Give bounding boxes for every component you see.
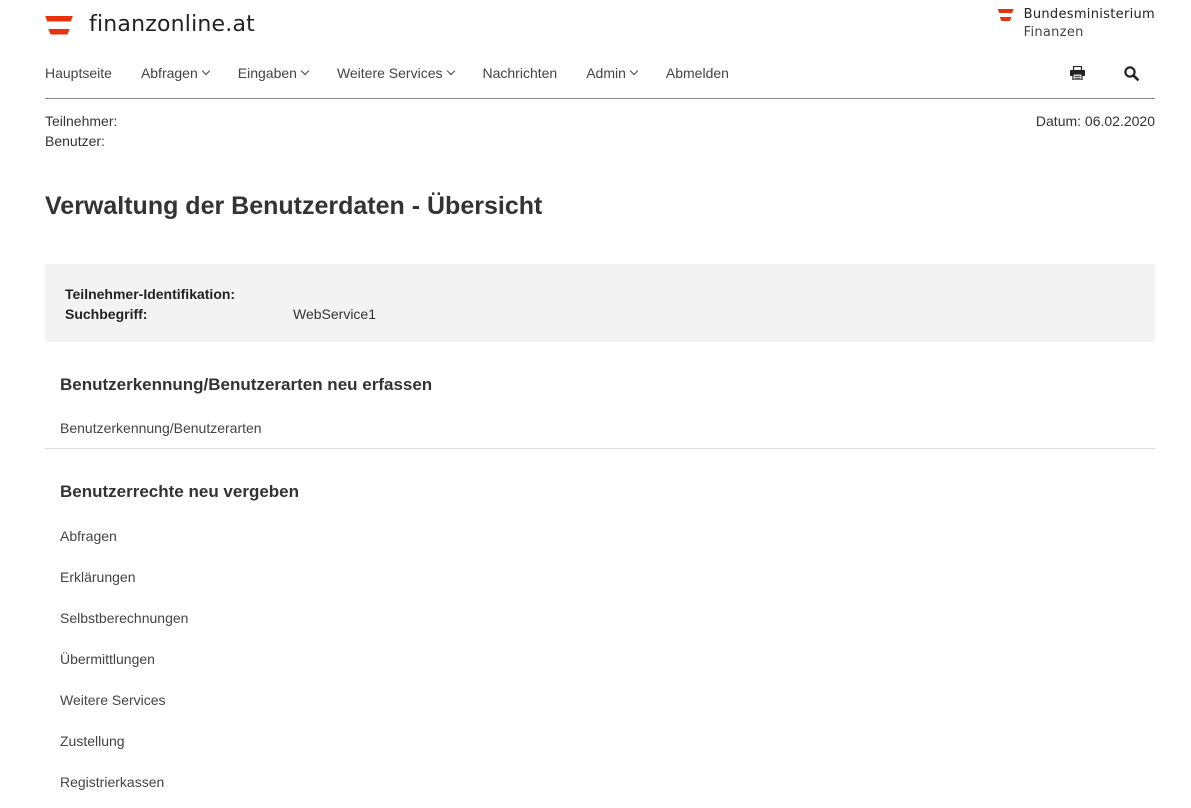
chevron-down-icon [201, 66, 211, 76]
link-rights-registrierkassen[interactable]: Registrierkassen [60, 774, 164, 790]
link-benutzerkennung[interactable]: Benutzerkennung/Benutzerarten [60, 420, 262, 436]
ministry-logo[interactable]: Bundesministerium Finanzen [997, 6, 1155, 42]
search-term-row: Suchbegriff: WebService1 [65, 304, 376, 324]
nav-item-admin[interactable]: Admin [586, 65, 639, 81]
search-term-label: Suchbegriff: [65, 306, 148, 322]
section-title-new-user: Benutzerkennung/Benutzerarten neu erfass… [60, 375, 433, 394]
participant-label: Teilnehmer: [45, 113, 118, 129]
link-rights-erklaerungen[interactable]: Erklärungen [60, 569, 136, 585]
date-display: Datum: 06.02.2020 [1035, 113, 1155, 129]
print-button[interactable] [1069, 65, 1085, 81]
participant-id-label: Teilnehmer-Identifikation: [65, 286, 236, 302]
search-button[interactable] [1123, 65, 1139, 81]
participant-info-box: Teilnehmer-Identifikation: Suchbegriff: W… [45, 264, 1155, 342]
nav-item-nachrichten[interactable]: Nachrichten [483, 65, 558, 81]
link-rights-selbstberechnungen[interactable]: Selbstberechnungen [60, 610, 188, 626]
link-rights-zustellung[interactable]: Zustellung [60, 733, 125, 749]
finanzonline-logo[interactable]: finanzonline.at [45, 12, 255, 37]
nav-item-abfragen[interactable]: Abfragen [141, 65, 211, 81]
search-icon [1123, 65, 1139, 81]
participant-id-row: Teilnehmer-Identifikation: [65, 284, 293, 304]
session-meta: Teilnehmer: Benutzer: Datum: 06.02.2020 [45, 111, 1155, 151]
page-title: Verwaltung der Benutzerdaten - Übersicht [45, 192, 543, 220]
chevron-down-icon [629, 66, 639, 76]
search-term-value: WebService1 [293, 306, 377, 322]
section-divider [45, 448, 1155, 449]
nav-item-abmelden[interactable]: Abmelden [666, 65, 729, 81]
print-icon [1069, 66, 1085, 80]
main-navigation: Hauptseite Abfragen Eingaben Weitere Ser… [45, 63, 1155, 99]
user-label: Benutzer: [45, 133, 105, 149]
chevron-down-icon [300, 66, 310, 76]
date-value: 06.02.2020 [1084, 113, 1155, 129]
ministry-name: Bundesministerium Finanzen [1023, 7, 1155, 40]
logo-text: finanzonline.at [89, 12, 255, 37]
austria-flag-icon [45, 15, 73, 36]
link-rights-abfragen[interactable]: Abfragen [60, 528, 117, 544]
nav-item-hauptseite[interactable]: Hauptseite [45, 65, 112, 81]
chevron-down-icon [446, 66, 455, 76]
section-title-user-rights: Benutzerrechte neu vergeben [60, 482, 300, 501]
link-rights-uebermittlungen[interactable]: Übermittlungen [60, 651, 155, 667]
link-rights-weitere-services[interactable]: Weitere Services [60, 692, 166, 708]
ministry-flag-icon [997, 9, 1014, 21]
nav-item-weitere-services[interactable]: Weitere Services [337, 65, 455, 81]
nav-item-eingaben[interactable]: Eingaben [238, 65, 310, 81]
